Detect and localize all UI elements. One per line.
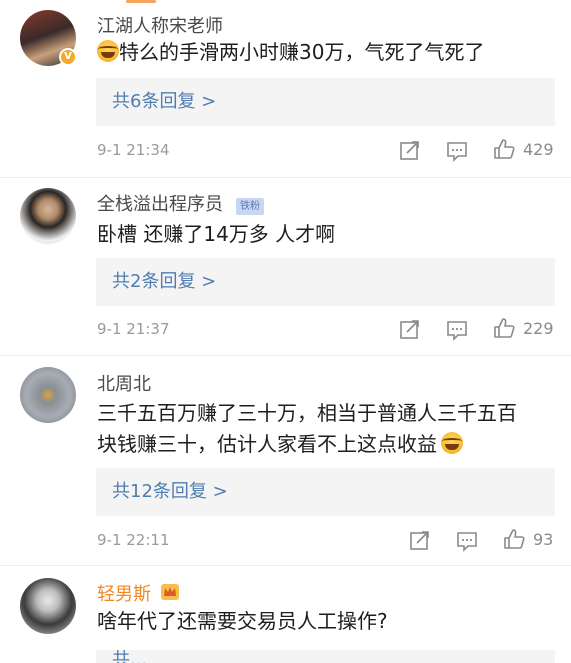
- comment-icon[interactable]: [456, 530, 478, 552]
- verified-v-icon: V: [59, 48, 77, 66]
- comment-text-line-2: 块钱赚三十，估计人家看不上这点收益: [97, 428, 463, 461]
- crying-laughing-emoji-icon: [441, 432, 463, 454]
- comment-text: 特么的手滑两小时赚30万，气死了气死了: [97, 36, 484, 69]
- thumbs-up-icon[interactable]: [503, 528, 525, 550]
- username[interactable]: 全栈溢出程序员: [97, 190, 223, 216]
- divider: [0, 565, 571, 566]
- avatar[interactable]: [20, 578, 76, 634]
- divider: [0, 355, 571, 356]
- avatar[interactable]: [20, 367, 76, 423]
- share-icon[interactable]: [409, 529, 431, 551]
- like-count: 229: [523, 319, 554, 338]
- active-tab-indicator: [126, 0, 156, 3]
- view-replies-button[interactable]: 共6条回复 >: [96, 78, 555, 126]
- view-replies-button[interactable]: 共...: [96, 650, 555, 663]
- thumbs-up-icon[interactable]: [493, 317, 515, 339]
- divider: [0, 177, 571, 178]
- view-replies-button[interactable]: 共12条回复 >: [96, 468, 555, 516]
- view-replies-button[interactable]: 共2条回复 >: [96, 258, 555, 306]
- username[interactable]: 北周北: [97, 370, 151, 396]
- crown-badge-icon: [161, 584, 179, 600]
- comment-icon[interactable]: [446, 319, 468, 341]
- comment-text: 啥年代了还需要交易员人工操作?: [97, 609, 388, 633]
- like-count: 93: [533, 530, 554, 549]
- username[interactable]: 轻男斯: [97, 580, 151, 606]
- avatar[interactable]: [20, 188, 76, 244]
- top-tab-indicator-bar: [0, 0, 571, 4]
- username[interactable]: 江湖人称宋老师: [97, 12, 223, 38]
- timestamp: 9-1 21:34: [97, 141, 170, 159]
- comment-icon[interactable]: [446, 140, 468, 162]
- timestamp: 9-1 21:37: [97, 320, 170, 338]
- crying-laughing-emoji-icon: [97, 40, 119, 62]
- comment-text-line-1: 三千五百万赚了三十万，相当于普通人三千五百: [97, 401, 517, 425]
- comment-text: 卧槽 还赚了14万多 人才啊: [97, 222, 336, 246]
- thumbs-up-icon[interactable]: [493, 138, 515, 160]
- timestamp: 9-1 22:11: [97, 531, 170, 549]
- fan-badge: 铁粉: [236, 198, 264, 215]
- share-icon[interactable]: [399, 139, 421, 161]
- share-icon[interactable]: [399, 318, 421, 340]
- like-count: 429: [523, 140, 554, 159]
